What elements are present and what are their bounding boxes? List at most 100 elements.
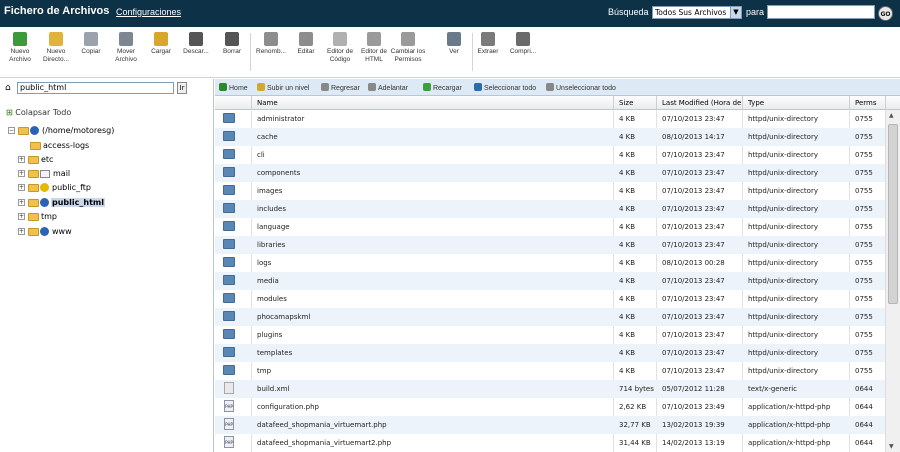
forward-button[interactable]: Adelantar	[368, 83, 408, 92]
download-label: Descar...	[183, 48, 209, 55]
upload-button[interactable]: Cargar	[143, 32, 179, 56]
column-header-perms[interactable]: Perms	[855, 99, 885, 107]
top-bar: Fichero de Archivos Configuraciones Búsq…	[0, 0, 900, 27]
table-row[interactable]: includes 4 KB 07/10/2013 23:47 httpd/unix-d…	[215, 200, 885, 218]
table-row[interactable]: tmp 4 KB 07/10/2013 23:47 httpd/unix-direct…	[215, 362, 885, 380]
column-separator[interactable]	[742, 96, 743, 110]
table-row[interactable]: PHP datafeed_shopmania_virtuemart2.php 31,…	[215, 434, 885, 452]
tree-item-home-motoresg[interactable]: − (/home/motoresg)	[8, 124, 115, 137]
code-editor-button[interactable]: Editor de Código	[322, 32, 358, 63]
table-row[interactable]: language 4 KB 07/10/2013 23:47 httpd/unix-d…	[215, 218, 885, 236]
tree-item-www[interactable]: + www	[18, 225, 73, 238]
up-level-button[interactable]: Subir un nivel	[257, 83, 309, 92]
scroll-up-icon[interactable]: ▲	[889, 112, 894, 119]
table-row[interactable]: cache 4 KB 08/10/2013 14:17 httpd/unix-dire…	[215, 128, 885, 146]
column-header-size[interactable]: Size	[619, 99, 659, 107]
reload-button[interactable]: Recargar	[423, 83, 462, 92]
table-row[interactable]: PHP datafeed_shopmania_virtuemart.php 32,7…	[215, 416, 885, 434]
column-separator[interactable]	[251, 96, 252, 110]
column-separator[interactable]	[613, 96, 614, 110]
column-separator[interactable]	[885, 96, 886, 110]
search-input[interactable]	[767, 5, 875, 19]
column-header-name[interactable]: Name	[257, 99, 612, 107]
table-row[interactable]: phocamapskml 4 KB 07/10/2013 23:47 httpd/un…	[215, 308, 885, 326]
folder-icon	[28, 155, 39, 164]
file-type: application/x-httpd-php	[748, 403, 831, 411]
back-button[interactable]: Regresar	[321, 83, 360, 92]
go-button[interactable]: GO	[878, 6, 893, 21]
extract-button[interactable]: Extraer	[470, 32, 506, 56]
file-name: templates	[257, 349, 293, 357]
table-row[interactable]: images 4 KB 07/10/2013 23:47 httpd/unix-dir…	[215, 182, 885, 200]
compress-button[interactable]: Compri...	[505, 32, 541, 56]
table-row[interactable]: plugins 4 KB 07/10/2013 23:47 httpd/unix-di…	[215, 326, 885, 344]
path-input[interactable]: public_html	[17, 82, 174, 94]
view-icon	[447, 32, 461, 46]
expand-icon[interactable]: +	[18, 184, 25, 191]
file-type: httpd/unix-directory	[748, 331, 818, 339]
back-label: Regresar	[331, 85, 360, 92]
html-editor-button[interactable]: Editor de HTML	[356, 32, 392, 63]
extract-label: Extraer	[477, 48, 499, 55]
go-to-path-button[interactable]: Ir	[177, 82, 187, 94]
column-header-type[interactable]: Type	[748, 99, 848, 107]
table-row[interactable]: media 4 KB 07/10/2013 23:47 httpd/unix-dire…	[215, 272, 885, 290]
move-icon	[119, 32, 133, 46]
collapse-icon[interactable]: −	[8, 127, 15, 134]
tree-item-public-html[interactable]: + public_html	[18, 196, 105, 209]
expand-icon[interactable]: +	[18, 228, 25, 235]
php-file-icon: PHP	[224, 436, 234, 448]
tree-item-etc[interactable]: + etc	[18, 153, 54, 166]
column-separator[interactable]	[849, 96, 850, 110]
file-perms: 0755	[855, 151, 873, 159]
table-row[interactable]: libraries 4 KB 07/10/2013 23:47 httpd/unix-…	[215, 236, 885, 254]
tree-item-tmp[interactable]: + tmp	[18, 210, 58, 223]
file-name: components	[257, 169, 301, 177]
file-size: 4 KB	[619, 349, 636, 357]
file-perms: 0755	[855, 313, 873, 321]
file-size: 31,44 KB	[619, 439, 651, 447]
chevron-down-icon[interactable]: ▼	[730, 7, 741, 18]
unselect-all-button[interactable]: Unseleccionar todo	[546, 83, 616, 92]
column-separator[interactable]	[656, 96, 657, 110]
settings-link[interactable]: Configuraciones	[116, 7, 181, 17]
edit-button[interactable]: Editar	[288, 32, 324, 56]
scroll-thumb[interactable]	[888, 124, 898, 304]
search-scope-select[interactable]: Todos Sus Archivos ▼	[652, 6, 742, 19]
select-all-button[interactable]: Seleccionar todo	[474, 83, 536, 92]
delete-button[interactable]: Borrar	[214, 32, 250, 56]
tree-item-access-logs[interactable]: access-logs	[30, 139, 90, 152]
expand-icon[interactable]: +	[18, 213, 25, 220]
tree-item-mail[interactable]: + mail	[18, 167, 71, 180]
copy-button[interactable]: Copiar	[73, 32, 109, 56]
file-perms: 0755	[855, 223, 873, 231]
home-button[interactable]: Home	[219, 83, 248, 92]
rename-button[interactable]: Renomb...	[253, 32, 289, 56]
unselect-all-label: Unseleccionar todo	[556, 85, 616, 92]
expand-icon[interactable]: +	[18, 170, 25, 177]
new-file-button[interactable]: Nuevo Archivo	[2, 32, 38, 63]
column-header-last[interactable]: Last Modified (Hora de v	[662, 99, 742, 107]
extract-icon	[481, 32, 495, 46]
file-perms: 0755	[855, 205, 873, 213]
table-row[interactable]: logs 4 KB 08/10/2013 00:28 httpd/unix-direc…	[215, 254, 885, 272]
new-folder-button[interactable]: Nuevo Directo...	[38, 32, 74, 63]
table-row[interactable]: administrator 4 KB 07/10/2013 23:47 httpd/u…	[215, 110, 885, 128]
folder-icon	[223, 185, 235, 195]
vertical-scrollbar[interactable]: ▲ ▼	[885, 110, 900, 452]
permissions-button[interactable]: Cambiar los Permisos	[390, 32, 426, 63]
table-row[interactable]: templates 4 KB 07/10/2013 23:47 httpd/unix-…	[215, 344, 885, 362]
download-button[interactable]: Descar...	[178, 32, 214, 56]
tree-item-public-ftp[interactable]: + public_ftp	[18, 181, 92, 194]
scroll-down-icon[interactable]: ▼	[889, 443, 894, 450]
expand-icon[interactable]: +	[18, 156, 25, 163]
table-row[interactable]: components 4 KB 07/10/2013 23:47 httpd/unix…	[215, 164, 885, 182]
expand-icon[interactable]: +	[18, 199, 25, 206]
table-row[interactable]: modules 4 KB 07/10/2013 23:47 httpd/unix-di…	[215, 290, 885, 308]
collapse-all-link[interactable]: ⊞ Colapsar Todo	[6, 108, 71, 117]
view-button[interactable]: Ver	[436, 32, 472, 56]
table-row[interactable]: PHP configuration.php 2,62 KB 07/10/2013 23…	[215, 398, 885, 416]
table-row[interactable]: cli 4 KB 07/10/2013 23:47 httpd/unix-direct…	[215, 146, 885, 164]
move-button[interactable]: Mover Archivo	[108, 32, 144, 63]
table-row[interactable]: build.xml 714 bytes 05/07/2012 11:28 text/x…	[215, 380, 885, 398]
